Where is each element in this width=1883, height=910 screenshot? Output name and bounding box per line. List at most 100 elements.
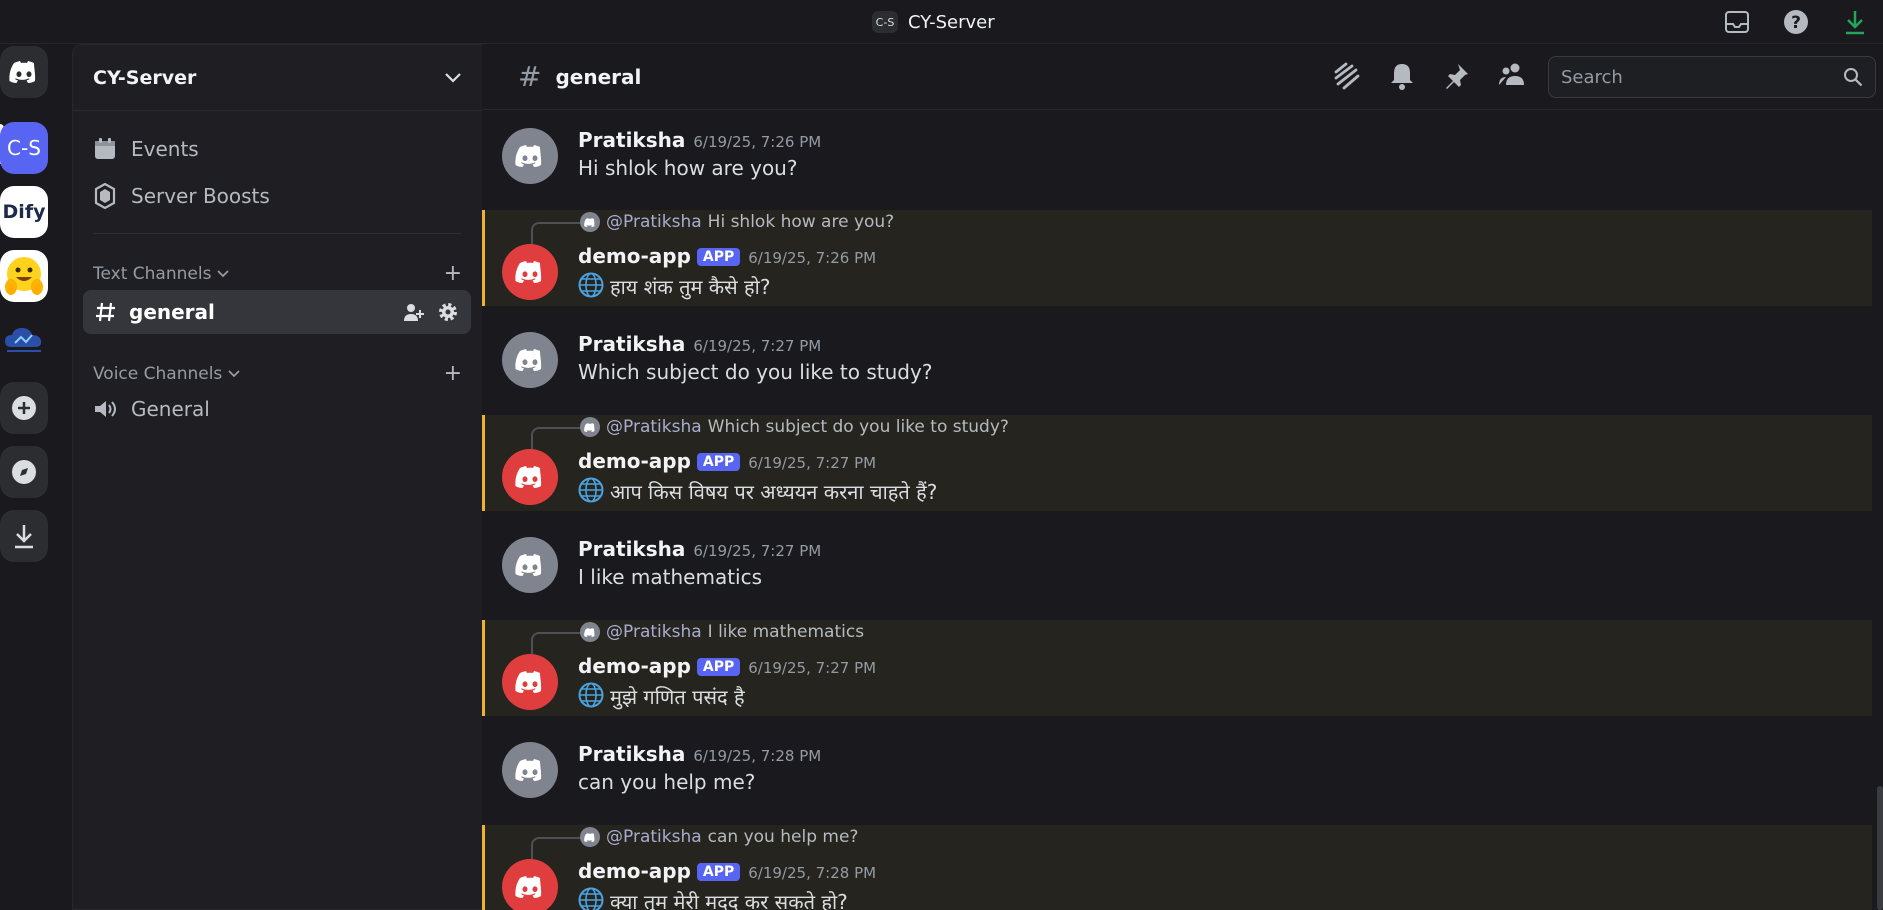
download-icon[interactable] [1840,8,1870,36]
message-timestamp: 6/19/25, 7:27 PM [748,659,877,677]
app-badge: APP [696,248,741,266]
voice-channels-label: Voice Channels [93,363,223,384]
message-text: Which subject do you like to study? [578,360,933,384]
globe-icon [578,477,604,503]
channel-title: general [555,64,642,89]
reply-preview[interactable]: @Pratiksha Hi shlok how are you? [580,212,894,232]
search-icon[interactable] [1843,67,1863,87]
message-author[interactable]: Pratiksha 6/19/25, 7:26 PM [578,128,821,152]
reply-mention: @Pratiksha [606,212,702,232]
avatar[interactable] [502,332,558,388]
message-item-bot: @Pratiksha can you help me? demo-app APP 6… [482,825,1872,910]
message-timestamp: 6/19/25, 7:28 PM [748,864,877,882]
channel-item-general[interactable]: general [83,290,471,334]
server-huggingface-button[interactable] [0,250,48,302]
message-text: Hi shlok how are you? [578,156,798,180]
gear-icon[interactable] [437,301,459,323]
help-icon[interactable]: ? [1781,8,1811,36]
avatar[interactable] [502,128,558,184]
scrollbar-thumb[interactable] [1877,786,1883,910]
reply-text: Hi shlok how are you? [707,212,895,232]
search-box[interactable] [1548,56,1876,98]
message-author[interactable]: Pratiksha 6/19/25, 7:28 PM [578,742,821,766]
explore-button[interactable] [0,446,48,498]
discord-home-button[interactable] [0,46,48,98]
reply-preview[interactable]: @Pratiksha Which subject do you like to … [580,417,1009,437]
avatar[interactable] [502,244,558,300]
threads-icon[interactable] [1332,62,1360,90]
member-list-icon[interactable] [1498,62,1526,86]
author-name: Pratiksha [578,537,686,561]
server-cs-label: C-S [7,136,41,160]
server-rail: C-S Dify [0,44,72,910]
chevron-down-icon [217,269,230,277]
reply-avatar [580,827,600,847]
message-author[interactable]: Pratiksha 6/19/25, 7:27 PM [578,537,821,561]
window-title-text: CY-Server [908,11,995,33]
message-author[interactable]: demo-app APP 6/19/25, 7:28 PM [578,859,876,883]
message-author[interactable]: demo-app APP 6/19/25, 7:27 PM [578,654,876,678]
reply-connector [531,632,581,654]
message-item: Pratiksha 6/19/25, 7:27 PM I like mathema… [482,519,1872,605]
voice-channel-general[interactable]: General [93,397,210,421]
events-link[interactable]: Events [93,137,199,161]
plus-circle-icon [12,396,36,420]
reply-preview[interactable]: @Pratiksha can you help me? [580,827,858,847]
server-header[interactable]: CY-Server [73,45,482,111]
search-input[interactable] [1561,66,1843,88]
invite-user-icon[interactable] [403,302,425,322]
discord-logo-icon [515,466,542,488]
message-item: Pratiksha 6/19/25, 7:28 PM can you help m… [482,724,1872,810]
message-text-content: मुझे गणित पसंद है [610,685,745,709]
reply-connector [531,427,581,449]
message-author[interactable]: Pratiksha 6/19/25, 7:27 PM [578,332,821,356]
sidebar-divider [93,233,461,234]
reply-connector [531,222,581,244]
message-timestamp: 6/19/25, 7:27 PM [748,454,877,472]
message-list: Pratiksha 6/19/25, 7:26 PM Hi shlok how a… [482,110,1883,910]
reply-avatar [580,212,600,232]
reply-text: I like mathematics [707,622,865,642]
author-name: demo-app [578,859,691,883]
message-author[interactable]: demo-app APP 6/19/25, 7:27 PM [578,449,876,473]
hashtag-icon [96,302,115,322]
add-text-channel-button[interactable]: + [444,261,462,286]
svg-text:?: ? [1791,13,1801,33]
discord-logo-icon [515,145,542,167]
message-author[interactable]: demo-app APP 6/19/25, 7:26 PM [578,244,876,268]
calendar-icon [95,138,115,159]
boost-gem-icon [94,183,116,209]
chat-area: # general Pratiksha 6/19/25, 7:26 PM Hi s… [482,44,1883,910]
app-badge: APP [696,863,741,881]
avatar[interactable] [502,654,558,710]
author-name: demo-app [578,244,691,268]
avatar[interactable] [502,537,558,593]
inbox-icon[interactable] [1722,8,1752,36]
avatar[interactable] [502,449,558,505]
avatar[interactable] [502,859,558,910]
text-channels-category[interactable]: Text Channels + [93,261,462,286]
compass-icon [12,460,36,484]
globe-icon [578,272,604,298]
message-timestamp: 6/19/25, 7:27 PM [693,337,822,355]
reply-mention: @Pratiksha [606,622,702,642]
pin-icon[interactable] [1444,62,1470,90]
server-cloud-button[interactable] [0,314,48,366]
server-dify-label: Dify [2,201,46,223]
add-voice-channel-button[interactable]: + [444,361,462,386]
message-text: आप किस विषय पर अध्ययन करना चाहते हैं? [578,477,937,505]
reply-preview[interactable]: @Pratiksha I like mathematics [580,622,864,642]
voice-channels-category[interactable]: Voice Channels + [93,361,462,386]
title-bar: C-S CY-Server ? [0,0,1883,44]
message-text: हाय शंक तुम कैसे हो? [578,272,770,300]
download-apps-button[interactable] [0,510,48,562]
reply-text: can you help me? [707,827,859,847]
add-server-button[interactable] [0,382,48,434]
message-item-bot: @Pratiksha Hi shlok how are you? demo-ap… [482,210,1872,306]
discord-logo-icon [515,349,542,371]
notification-bell-icon[interactable] [1390,62,1414,90]
avatar[interactable] [502,742,558,798]
server-dify-button[interactable]: Dify [0,186,48,238]
server-cs-button[interactable]: C-S [0,122,48,174]
server-boosts-link[interactable]: Server Boosts [93,183,270,209]
